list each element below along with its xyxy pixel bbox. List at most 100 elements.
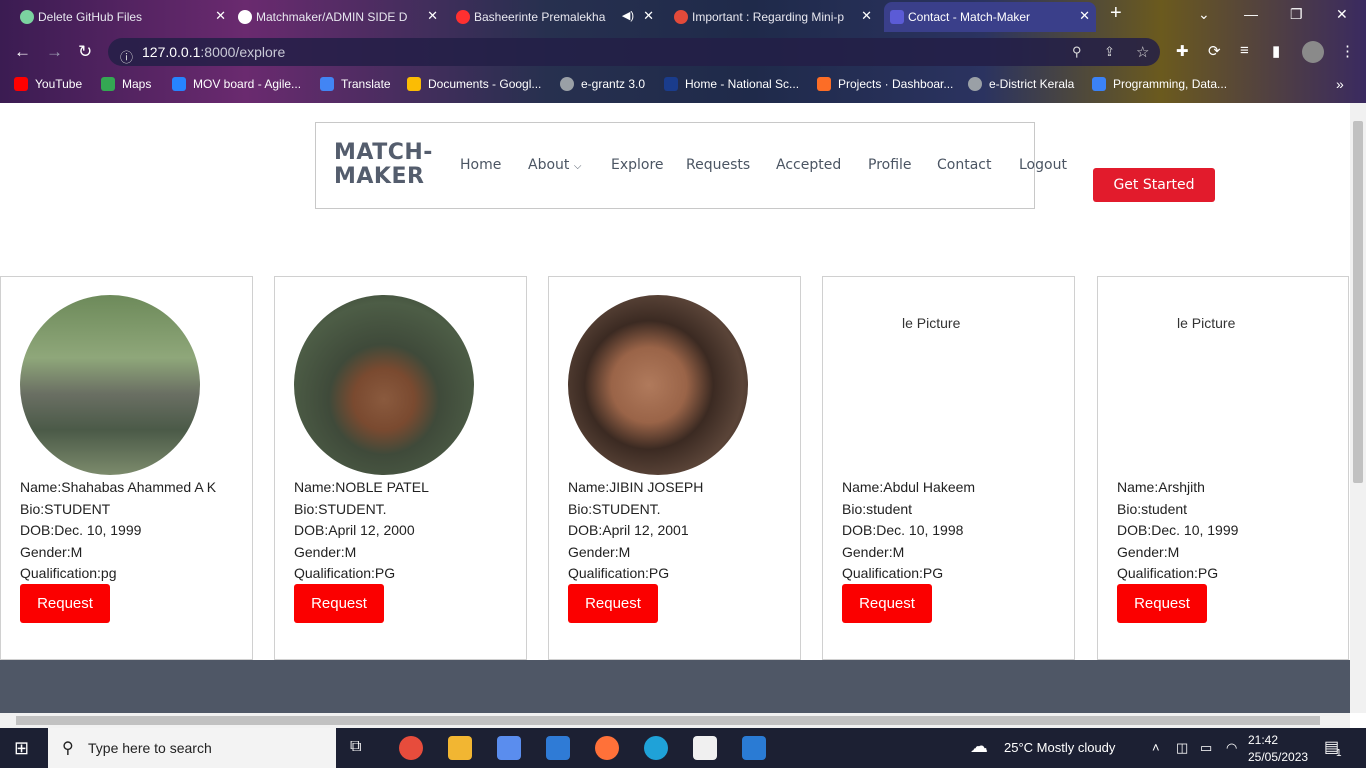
nav-home[interactable]: Home [460,157,501,173]
bookmark-translate[interactable]: Translate [320,77,391,91]
request-button[interactable]: Request [294,584,384,623]
tab-favicon-icon [20,10,34,24]
tab-important[interactable]: Important : Regarding Mini-p ✕ [668,2,878,32]
bookmark-star-icon[interactable]: ☆ [1136,43,1149,61]
weather-text[interactable]: 25°C Mostly cloudy [1004,740,1115,755]
bookmark-projects[interactable]: Projects · Dashboar... [817,77,953,91]
reload-icon[interactable]: ↻ [78,42,92,62]
close-tab-icon[interactable]: ✕ [861,8,872,24]
site-info-icon[interactable]: ⓘ [120,47,133,66]
forward-icon[interactable]: → [46,42,63,62]
chevron-up-icon[interactable]: ˄ [1152,740,1160,755]
battery-icon[interactable]: ▭ [1200,740,1212,756]
profile-bio: Bio:student [1117,500,1188,517]
clock-time[interactable]: 21:42 [1248,733,1278,747]
side-panel-icon[interactable]: ▮ [1272,42,1280,60]
nav-profile[interactable]: Profile [868,157,912,173]
nav-logout[interactable]: Logout [1019,157,1067,173]
profile-photo [20,295,200,475]
firefox-icon[interactable] [595,736,619,760]
tab-search-icon[interactable]: ⌄ [1198,6,1210,23]
profile-card: le Picture Name:Arshjith Bio:student DOB… [1097,276,1349,660]
windows-start-icon[interactable]: ⊞ [14,738,29,759]
bookmarks-bar: YouTube Maps MOV board - Agile... Transl… [0,70,1366,102]
profile-card: Name:Shahabas Ahammed A K Bio:STUDENT DO… [0,276,253,660]
share-icon[interactable]: ⇪ [1104,44,1115,60]
tab-title: Matchmaker/ADMIN SIDE D [256,10,408,24]
profile-info: Name:Shahabas Ahammed A K Bio:STUDENT DO… [20,477,216,585]
nic-icon [664,77,678,91]
get-started-button[interactable]: Get Started [1093,168,1215,202]
close-window-icon[interactable]: ✕ [1336,6,1348,23]
nav-accepted[interactable]: Accepted [776,157,841,173]
youtube-icon [456,10,470,24]
tab-delete-github[interactable]: Delete GitHub Files ✕ [14,2,232,32]
sync-icon[interactable]: ⟳ [1208,42,1221,60]
bookmark-national-sc[interactable]: Home - National Sc... [664,77,799,91]
notepad-icon[interactable] [693,736,717,760]
bookmark-programming[interactable]: Programming, Data... [1092,77,1227,91]
close-tab-icon[interactable]: ✕ [427,8,438,24]
nav-about[interactable]: About ⌵ [528,157,581,173]
taskbar-search[interactable]: ⚲ Type here to search [48,728,336,768]
file-explorer-icon[interactable] [448,736,472,760]
close-tab-icon[interactable]: ✕ [1079,8,1090,24]
nav-explore[interactable]: Explore [611,157,664,173]
bookmark-e-district[interactable]: e-District Kerala [968,77,1074,91]
clock-date[interactable]: 25/05/2023 [1248,750,1308,764]
media-control-icon[interactable]: ≡ [1240,42,1249,59]
scrollbar-thumb[interactable] [1353,121,1363,483]
profile-name: Name:Abdul Hakeem [842,479,976,495]
more-bookmarks-icon[interactable]: » [1336,76,1344,92]
zoom-icon[interactable]: ⚲ [1072,44,1082,60]
request-button[interactable]: Request [568,584,658,623]
bookmark-mov-board[interactable]: MOV board - Agile... [172,77,301,91]
bookmark-label: e-grantz 3.0 [581,77,646,91]
close-tab-icon[interactable]: ✕ [643,8,654,24]
tab-title: Contact - Match-Maker [908,10,1031,24]
network-icon[interactable]: ◫ [1176,740,1188,756]
back-icon[interactable]: ← [14,42,31,62]
tab-strip: Delete GitHub Files ✕ Matchmaker/ADMIN S… [0,0,1366,34]
bookmark-e-grantz[interactable]: e-grantz 3.0 [560,77,645,91]
jira-icon [172,77,186,91]
weather-icon[interactable]: ☁ [970,736,988,757]
vertical-scrollbar[interactable] [1350,103,1366,713]
drive-icon [407,77,421,91]
request-button[interactable]: Request [842,584,932,623]
profile-photo-broken: le Picture [1117,295,1297,475]
minimize-icon[interactable]: — [1244,6,1258,22]
wifi-icon[interactable]: ◠ [1226,740,1237,756]
new-tab-icon[interactable]: + [1110,2,1122,25]
edge-icon[interactable] [644,736,668,760]
tab-contact-match-maker[interactable]: Contact - Match-Maker ✕ [884,2,1096,32]
avatar[interactable] [1302,41,1324,63]
tab-matchmaker-admin[interactable]: Matchmaker/ADMIN SIDE D ✕ [232,2,444,32]
request-button[interactable]: Request [1117,584,1207,623]
task-view-icon[interactable]: ⧉ [350,738,361,756]
nav-requests[interactable]: Requests [686,157,750,173]
close-tab-icon[interactable]: ✕ [215,8,226,24]
profile-gender: Gender:M [568,543,631,560]
bookmark-youtube[interactable]: YouTube [14,77,82,91]
restore-icon[interactable]: ❐ [1290,6,1303,23]
store-icon[interactable] [497,736,521,760]
address-bar[interactable]: ⓘ 127.0.0.1:8000/explore ⚲ ⇪ ☆ [108,38,1160,66]
bookmark-maps[interactable]: Maps [101,77,151,91]
mail-icon[interactable] [546,736,570,760]
menu-icon[interactable]: ⋮ [1340,42,1355,60]
extensions-icon[interactable]: ✚ [1176,42,1189,60]
horizontal-scrollbar[interactable] [0,713,1350,728]
page-content: MATCH- MAKER Home About ⌵ Explore Reques… [0,103,1350,713]
tab-title: Important : Regarding Mini-p [692,10,845,24]
bookmark-documents[interactable]: Documents - Googl... [407,77,541,91]
logo-line: MATCH- [334,140,433,165]
chrome-icon[interactable] [399,736,423,760]
tab-basheerinte[interactable]: Basheerinte Premalekha ◀) ✕ [450,2,660,32]
audio-icon[interactable]: ◀) [622,9,634,22]
nav-contact[interactable]: Contact [937,157,991,173]
vscode-icon[interactable] [742,736,766,760]
request-button[interactable]: Request [20,584,110,623]
scrollbar-thumb[interactable] [16,716,1320,725]
site-logo[interactable]: MATCH- MAKER [334,141,433,189]
